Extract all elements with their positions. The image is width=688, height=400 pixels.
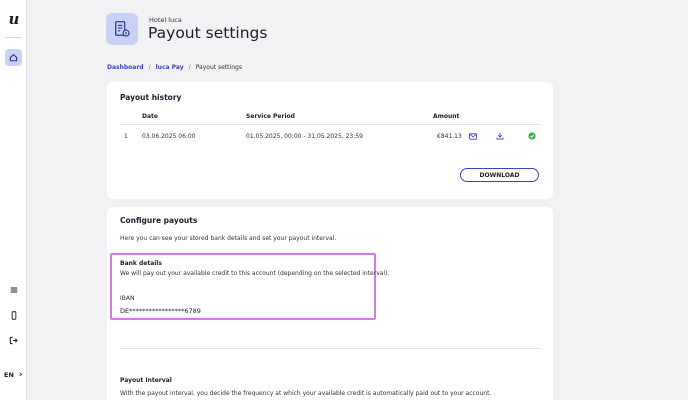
iban-value: DE*****************6789 [120, 307, 201, 315]
check-circle-icon [527, 131, 537, 141]
breadcrumb-current: Payout settings [195, 64, 242, 71]
iban-label: IBAN [120, 295, 135, 302]
download-button[interactable]: DOWNLOAD [460, 168, 539, 182]
table-divider [120, 124, 540, 125]
chevron-right-icon: › [18, 369, 23, 380]
page-title: Payout settings [148, 24, 268, 42]
sidebar-item-home[interactable] [5, 49, 22, 66]
email-icon[interactable] [468, 131, 478, 141]
breadcrumb-separator: / [188, 64, 191, 71]
row-service-period: 01.05.2025, 00:00 - 31.05.2025, 23:59 [246, 133, 363, 140]
configure-payouts-description: Here you can see your stored bank detail… [120, 235, 337, 242]
row-date: 03.06.2025 06:00 [142, 133, 196, 140]
payout-history-card: Payout history Date Service Period Amoun… [107, 82, 553, 199]
language-label: EN [4, 371, 14, 379]
sidebar-item-menu[interactable] [7, 283, 20, 296]
column-header-service-period: Service Period [246, 113, 295, 120]
sidebar-divider [5, 37, 22, 38]
column-header-date: Date [142, 113, 158, 120]
phone-icon [11, 311, 16, 320]
configure-payouts-title: Configure payouts [120, 216, 198, 225]
download-icon[interactable] [495, 131, 505, 141]
column-header-amount: Amount [433, 113, 460, 120]
language-switcher[interactable]: EN › [4, 369, 23, 380]
breadcrumb-luca-pay[interactable]: luca Pay [156, 64, 184, 71]
row-index: 1 [124, 133, 128, 140]
sidebar-item-device[interactable] [7, 309, 20, 322]
logout-icon [9, 336, 18, 345]
home-icon [9, 54, 18, 62]
menu-icon [10, 287, 17, 292]
payout-interval-description: With the payout interval, you decide the… [120, 390, 492, 397]
sidebar-item-logout[interactable] [7, 334, 20, 347]
payout-interval-title: Payout Interval [120, 377, 172, 384]
sidebar: u EN › [0, 0, 27, 400]
row-amount: €841.13 [437, 133, 462, 140]
page-subtitle: Hotel luca [149, 16, 182, 24]
breadcrumb-separator: / [148, 64, 151, 71]
payout-settings-icon [106, 13, 138, 45]
configure-payouts-card: Configure payouts Here you can see your … [107, 207, 553, 400]
breadcrumb-dashboard[interactable]: Dashboard [107, 64, 144, 71]
app-logo[interactable]: u [7, 10, 21, 28]
breadcrumb: Dashboard / luca Pay / Payout settings [107, 64, 242, 71]
bank-details-title: Bank details [120, 260, 162, 267]
section-divider [120, 348, 540, 349]
payout-history-title: Payout history [120, 93, 182, 102]
bank-details-description: We will pay out your available credit to… [120, 270, 390, 277]
